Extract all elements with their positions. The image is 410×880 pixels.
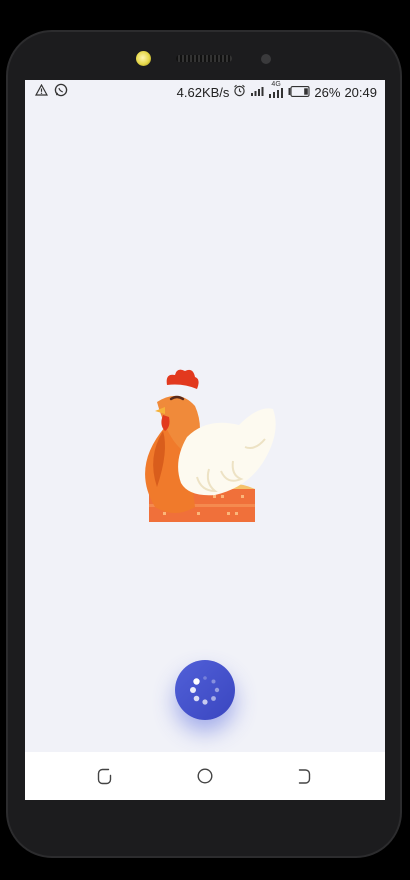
whatsapp-icon [54,83,68,100]
signal-icon [250,85,264,100]
home-icon [197,768,213,784]
clock: 20:49 [344,84,377,100]
battery-percent: 26% [314,84,341,100]
status-bar-right: 4.62KB/s 4G 26% 20:49 [176,81,377,100]
proximity-sensor [261,54,271,64]
status-bar: 4.62KB/s 4G 26% 20:49 [25,80,385,102]
front-camera [136,51,151,66]
back-button[interactable] [95,766,115,786]
network-speed: 4.62KB/s [176,84,230,100]
earpiece-speaker [176,55,232,62]
back-icon [97,768,112,785]
recent-apps-icon [298,769,311,784]
battery-icon [288,85,310,100]
screen: 4.62KB/s 4G 26% 20:49 [25,80,385,800]
status-bar-left [34,83,68,100]
loading-indicator [175,660,235,720]
hen-illustration [145,369,276,522]
recent-apps-button[interactable] [295,766,315,786]
home-button[interactable] [195,766,215,786]
alarm-icon [233,84,246,100]
spinner-icon [190,676,220,705]
signal-4g-icon: 4G [268,81,284,99]
alert-triangle-icon [34,83,49,99]
navigation-bar [25,752,385,800]
